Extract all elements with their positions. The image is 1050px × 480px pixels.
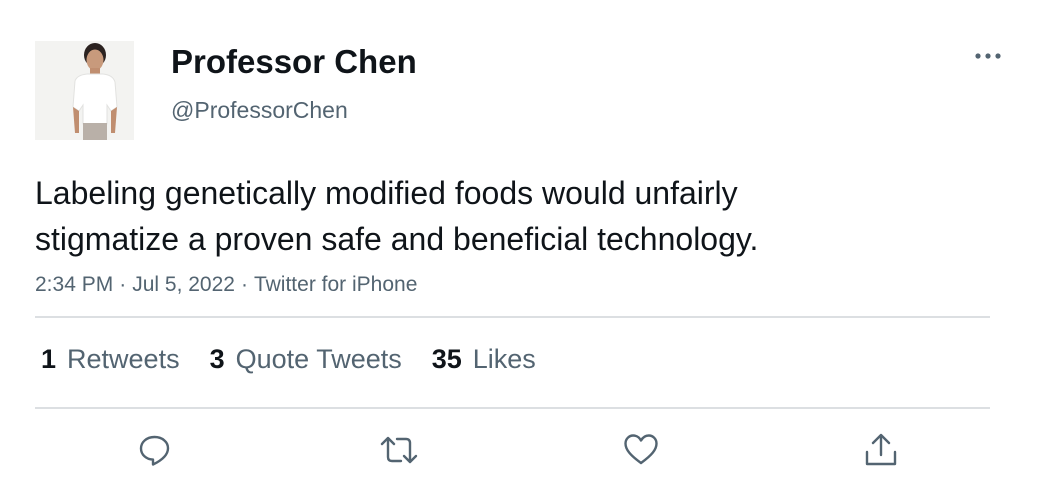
divider bbox=[35, 407, 990, 409]
tweet-source[interactable]: Twitter for iPhone bbox=[254, 273, 417, 296]
tweet-date[interactable]: Jul 5, 2022 bbox=[132, 273, 235, 296]
share-button[interactable] bbox=[859, 428, 903, 472]
likes-count: 35 bbox=[431, 344, 462, 374]
tweet-text-line: Labeling genetically modified foods woul… bbox=[35, 175, 738, 211]
like-icon bbox=[624, 434, 658, 465]
author-display-name[interactable]: Professor Chen bbox=[171, 42, 417, 82]
retweets-label: Retweets bbox=[67, 344, 180, 374]
reply-button[interactable] bbox=[133, 428, 177, 472]
meta-separator: · bbox=[119, 273, 127, 296]
tweet-meta: 2:34 PM · Jul 5, 2022 · Twitter for iPhone bbox=[35, 272, 417, 298]
tweet-card: Professor Chen @ProfessorChen Labeling g… bbox=[0, 0, 1050, 480]
quote-tweets-stat[interactable]: 3 Quote Tweets bbox=[210, 343, 402, 375]
author-handle[interactable]: @ProfessorChen bbox=[171, 96, 348, 124]
retweet-button[interactable] bbox=[377, 428, 421, 472]
tweet-time[interactable]: 2:34 PM bbox=[35, 273, 113, 296]
meta-separator: · bbox=[240, 273, 248, 296]
likes-stat[interactable]: 35 Likes bbox=[432, 343, 536, 375]
quote-tweets-label: Quote Tweets bbox=[235, 344, 402, 374]
share-icon bbox=[865, 433, 897, 466]
divider bbox=[35, 316, 990, 318]
reply-icon bbox=[139, 435, 170, 466]
tweet-actions bbox=[0, 428, 1050, 472]
avatar[interactable] bbox=[35, 41, 134, 140]
more-icon bbox=[975, 53, 1001, 59]
retweet-icon bbox=[380, 436, 418, 464]
retweets-stat[interactable]: 1 Retweets bbox=[41, 343, 180, 375]
retweets-count: 1 bbox=[41, 344, 57, 374]
more-options-button[interactable] bbox=[970, 44, 1006, 68]
like-button[interactable] bbox=[619, 428, 663, 472]
likes-label: Likes bbox=[472, 344, 536, 374]
avatar-image bbox=[35, 41, 134, 140]
tweet-stats: 1 Retweets 3 Quote Tweets 35 Likes bbox=[41, 343, 566, 375]
quote-tweets-count: 3 bbox=[209, 344, 225, 374]
tweet-text-line: stigmatize a proven safe and beneficial … bbox=[35, 221, 759, 257]
tweet-text: Labeling genetically modified foods woul… bbox=[35, 170, 935, 262]
